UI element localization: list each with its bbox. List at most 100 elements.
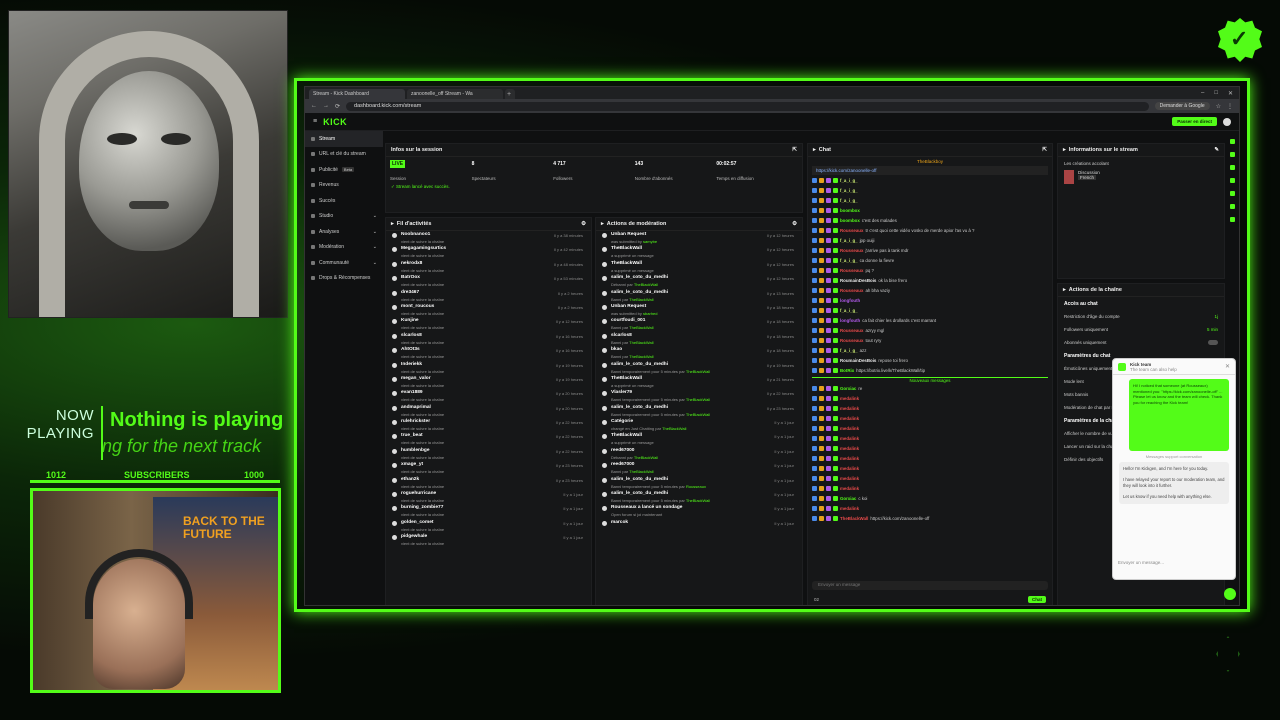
chat-message[interactable]: f_a_i_g_ ca donne la fievre [808,255,1052,265]
close-icon[interactable]: ✕ [1225,363,1230,370]
chat-send-button[interactable]: Chat [1028,596,1046,603]
chat-username[interactable]: Rousseaux [840,328,863,333]
chat-message[interactable]: boombox [808,205,1052,215]
chat-username[interactable]: boombox [840,218,860,223]
chat-username[interactable]: Rousseaux [840,288,863,293]
chat-username[interactable]: f_a_i_g_ [840,238,858,243]
moderation-row[interactable]: marcok Il y a 1 jour [596,519,802,533]
moderation-row[interactable]: Catégorie changé en Just Chatting par The… [596,418,802,432]
tab-stream[interactable]: zanoonelle_off Stream - Wa [407,89,503,99]
chat-message[interactable]: medalink [808,423,1052,433]
moderation-row[interactable]: Vlasler79 Banni temporairement pour 5 min… [596,389,802,403]
sidebar-item-revenue[interactable]: Revenus [305,178,383,194]
chat-username[interactable]: Rousseaux [840,248,863,253]
chat-username[interactable]: f_a_i_g_ [840,188,858,193]
chat-message[interactable]: f_a_i_g_ jpp ouiji [808,235,1052,245]
activity-row[interactable]: roguehurricane vient de suivre la chaîne I… [386,490,591,504]
pinned-link[interactable]: https://kick.com/zanoonelle-off [812,166,1048,175]
chat-username[interactable]: medalink [840,446,859,451]
popout-icon[interactable]: ⇱ [1042,147,1047,153]
activity-row[interactable]: Noobnanoo1 vient de suivre la chaîne Il y … [386,231,591,245]
chat-username[interactable]: medalink [840,436,859,441]
moderation-row[interactable]: TheBlackWall a supprimé un message Il y a… [596,260,802,274]
sidebar-item-url[interactable]: URL et clé du stream [305,147,383,163]
close-icon[interactable]: ✕ [1228,90,1233,97]
chat-message[interactable]: Rousseaux tout ryry [808,335,1052,345]
chat-message[interactable]: Rousseaux azryy mgl [808,325,1052,335]
chat-message[interactable]: medalink [808,463,1052,473]
chat-username[interactable]: longfouth [840,318,860,323]
filter-icon[interactable]: ⚙ [581,221,586,227]
chat-username[interactable]: medalink [840,426,859,431]
ask-google-button[interactable]: Demander à Google [1154,102,1210,110]
activity-row[interactable]: true_beat vient de suivre la chaîne Il y a… [386,432,591,446]
chat-username[interactable]: medalink [840,466,859,471]
activity-row[interactable]: Kunjine vient de suivre la chaîne Il y a 1… [386,317,591,331]
avatar[interactable] [1223,117,1231,126]
chat-username[interactable]: longfouth [840,298,860,303]
activity-row[interactable]: ethan2k vient de suivre la chaîne Il y a 2… [386,476,591,490]
activity-row[interactable]: xmage_yt vient de suivre la chaîne Il y a … [386,461,591,475]
maximize-icon[interactable]: □ [1214,90,1218,97]
chat-username[interactable]: Gorxiac [840,386,856,391]
setting-subs-only[interactable]: Abonnés uniquement [1058,336,1224,349]
minimize-icon[interactable]: – [1201,90,1204,97]
chat-message[interactable]: TheBlackWall https://kick.com/zanoonelle-… [808,513,1052,523]
activity-row[interactable]: megan_valor vient de suivre la chaîne Il y… [386,375,591,389]
sidebar-item-analytics[interactable]: Analyses ⌄ [305,224,383,240]
chat-username[interactable]: Rousseaux [840,338,863,343]
url-input[interactable]: dashboard.kick.com/stream [346,101,1149,111]
chat-message[interactable]: longfouth [808,295,1052,305]
chat-message[interactable]: Rousseaux pq ? [808,265,1052,275]
chat-username[interactable]: f_a_i_g_ [840,308,858,313]
chat-username[interactable]: f_a_i_g_ [840,348,858,353]
tool-icon[interactable] [1229,204,1235,209]
chat-username[interactable]: medalink [840,486,859,491]
chat-username[interactable]: f_a_i_g_ [840,258,858,263]
chat-message[interactable]: longfouth ca fait chier les drollards c'e… [808,315,1052,325]
support-input[interactable]: Envoyer un message... [1118,560,1230,565]
chat-message[interactable]: Rousseaux j'arrive pas à tank mdr [808,245,1052,255]
tool-icon[interactable] [1229,191,1235,196]
sidebar-item-community[interactable]: Communauté ⌄ [305,255,383,271]
sidebar-item-studio[interactable]: Studio ⌄ [305,209,383,225]
tab-kick-dashboard[interactable]: Stream - Kick Dashboard [309,89,405,99]
activity-row[interactable]: golden_comet vient de suivre la chaîne Il … [386,519,591,533]
kick-logo[interactable]: KICK [323,117,347,127]
chat-message[interactable]: medalink [808,393,1052,403]
forward-icon[interactable]: → [323,103,329,109]
activity-row[interactable]: nekrodx8 vient de suivre la chaîne Il y a … [386,260,591,274]
setting-followers-only[interactable]: Followers uniquement 5 min [1058,323,1224,336]
back-icon[interactable]: ← [311,103,317,109]
chat-message[interactable]: medalink [808,453,1052,463]
tool-icon[interactable] [1229,178,1235,183]
moderation-row[interactable]: salim_le_coto_du_medhi Banni temporaireme… [596,404,802,418]
chat-username[interactable]: medalink [840,406,859,411]
chat-message[interactable]: RoumainDesBois repose toi frero [808,355,1052,365]
chat-username[interactable]: medalink [840,416,859,421]
moderation-row[interactable]: bkao Banni par TheBlackWall Il y a 18 heur… [596,346,802,360]
moderation-row[interactable]: salim_le_coto_du_medhi Banni temporaireme… [596,490,802,504]
chat-message[interactable]: f_a_i_g_ [808,195,1052,205]
moderation-row[interactable]: salim_le_coto_du_medhi Banni par TheBlack… [596,289,802,303]
chat-username[interactable]: f_a_i_g_ [840,198,858,203]
sidebar-item-stream[interactable]: Stream [305,131,383,147]
activity-row[interactable]: humblenbge vient de suivre la chaîne Il y … [386,447,591,461]
new-tab-icon[interactable]: + [505,89,515,99]
moderation-row[interactable]: salim_le_coto_du_medhi Banni temporaireme… [596,361,802,375]
chat-username[interactable]: boombox [840,208,860,213]
moderation-row[interactable]: reed67000 Banni par TheBlackWall Il y a 1 … [596,461,802,475]
chat-username[interactable]: RoumainDesBois [840,278,876,283]
chat-username[interactable]: TheBlackWall [840,516,868,521]
chat-message[interactable]: Gorxiac c koi [808,493,1052,503]
chat-message[interactable]: medalink [808,473,1052,483]
chat-message[interactable]: Gorxiac re [808,383,1052,393]
moderation-row[interactable]: TheBlackWall a supprimé un message Il y a… [596,375,802,389]
activity-row[interactable]: andmaprimal vient de suivre la chaîne Il y… [386,404,591,418]
moderation-row[interactable]: salim_le_coto_du_medhi Banni temporaireme… [596,476,802,490]
tool-icon[interactable] [1229,217,1235,222]
moderation-row[interactable]: Unban Request was submitted by samybe Il y… [596,231,802,245]
edit-icon[interactable]: ✎ [1214,147,1219,153]
moderation-row[interactable]: courtfoudi_001 Banni par TheBlackWall Il y… [596,317,802,331]
hamburger-icon[interactable]: ≡ [313,118,317,125]
